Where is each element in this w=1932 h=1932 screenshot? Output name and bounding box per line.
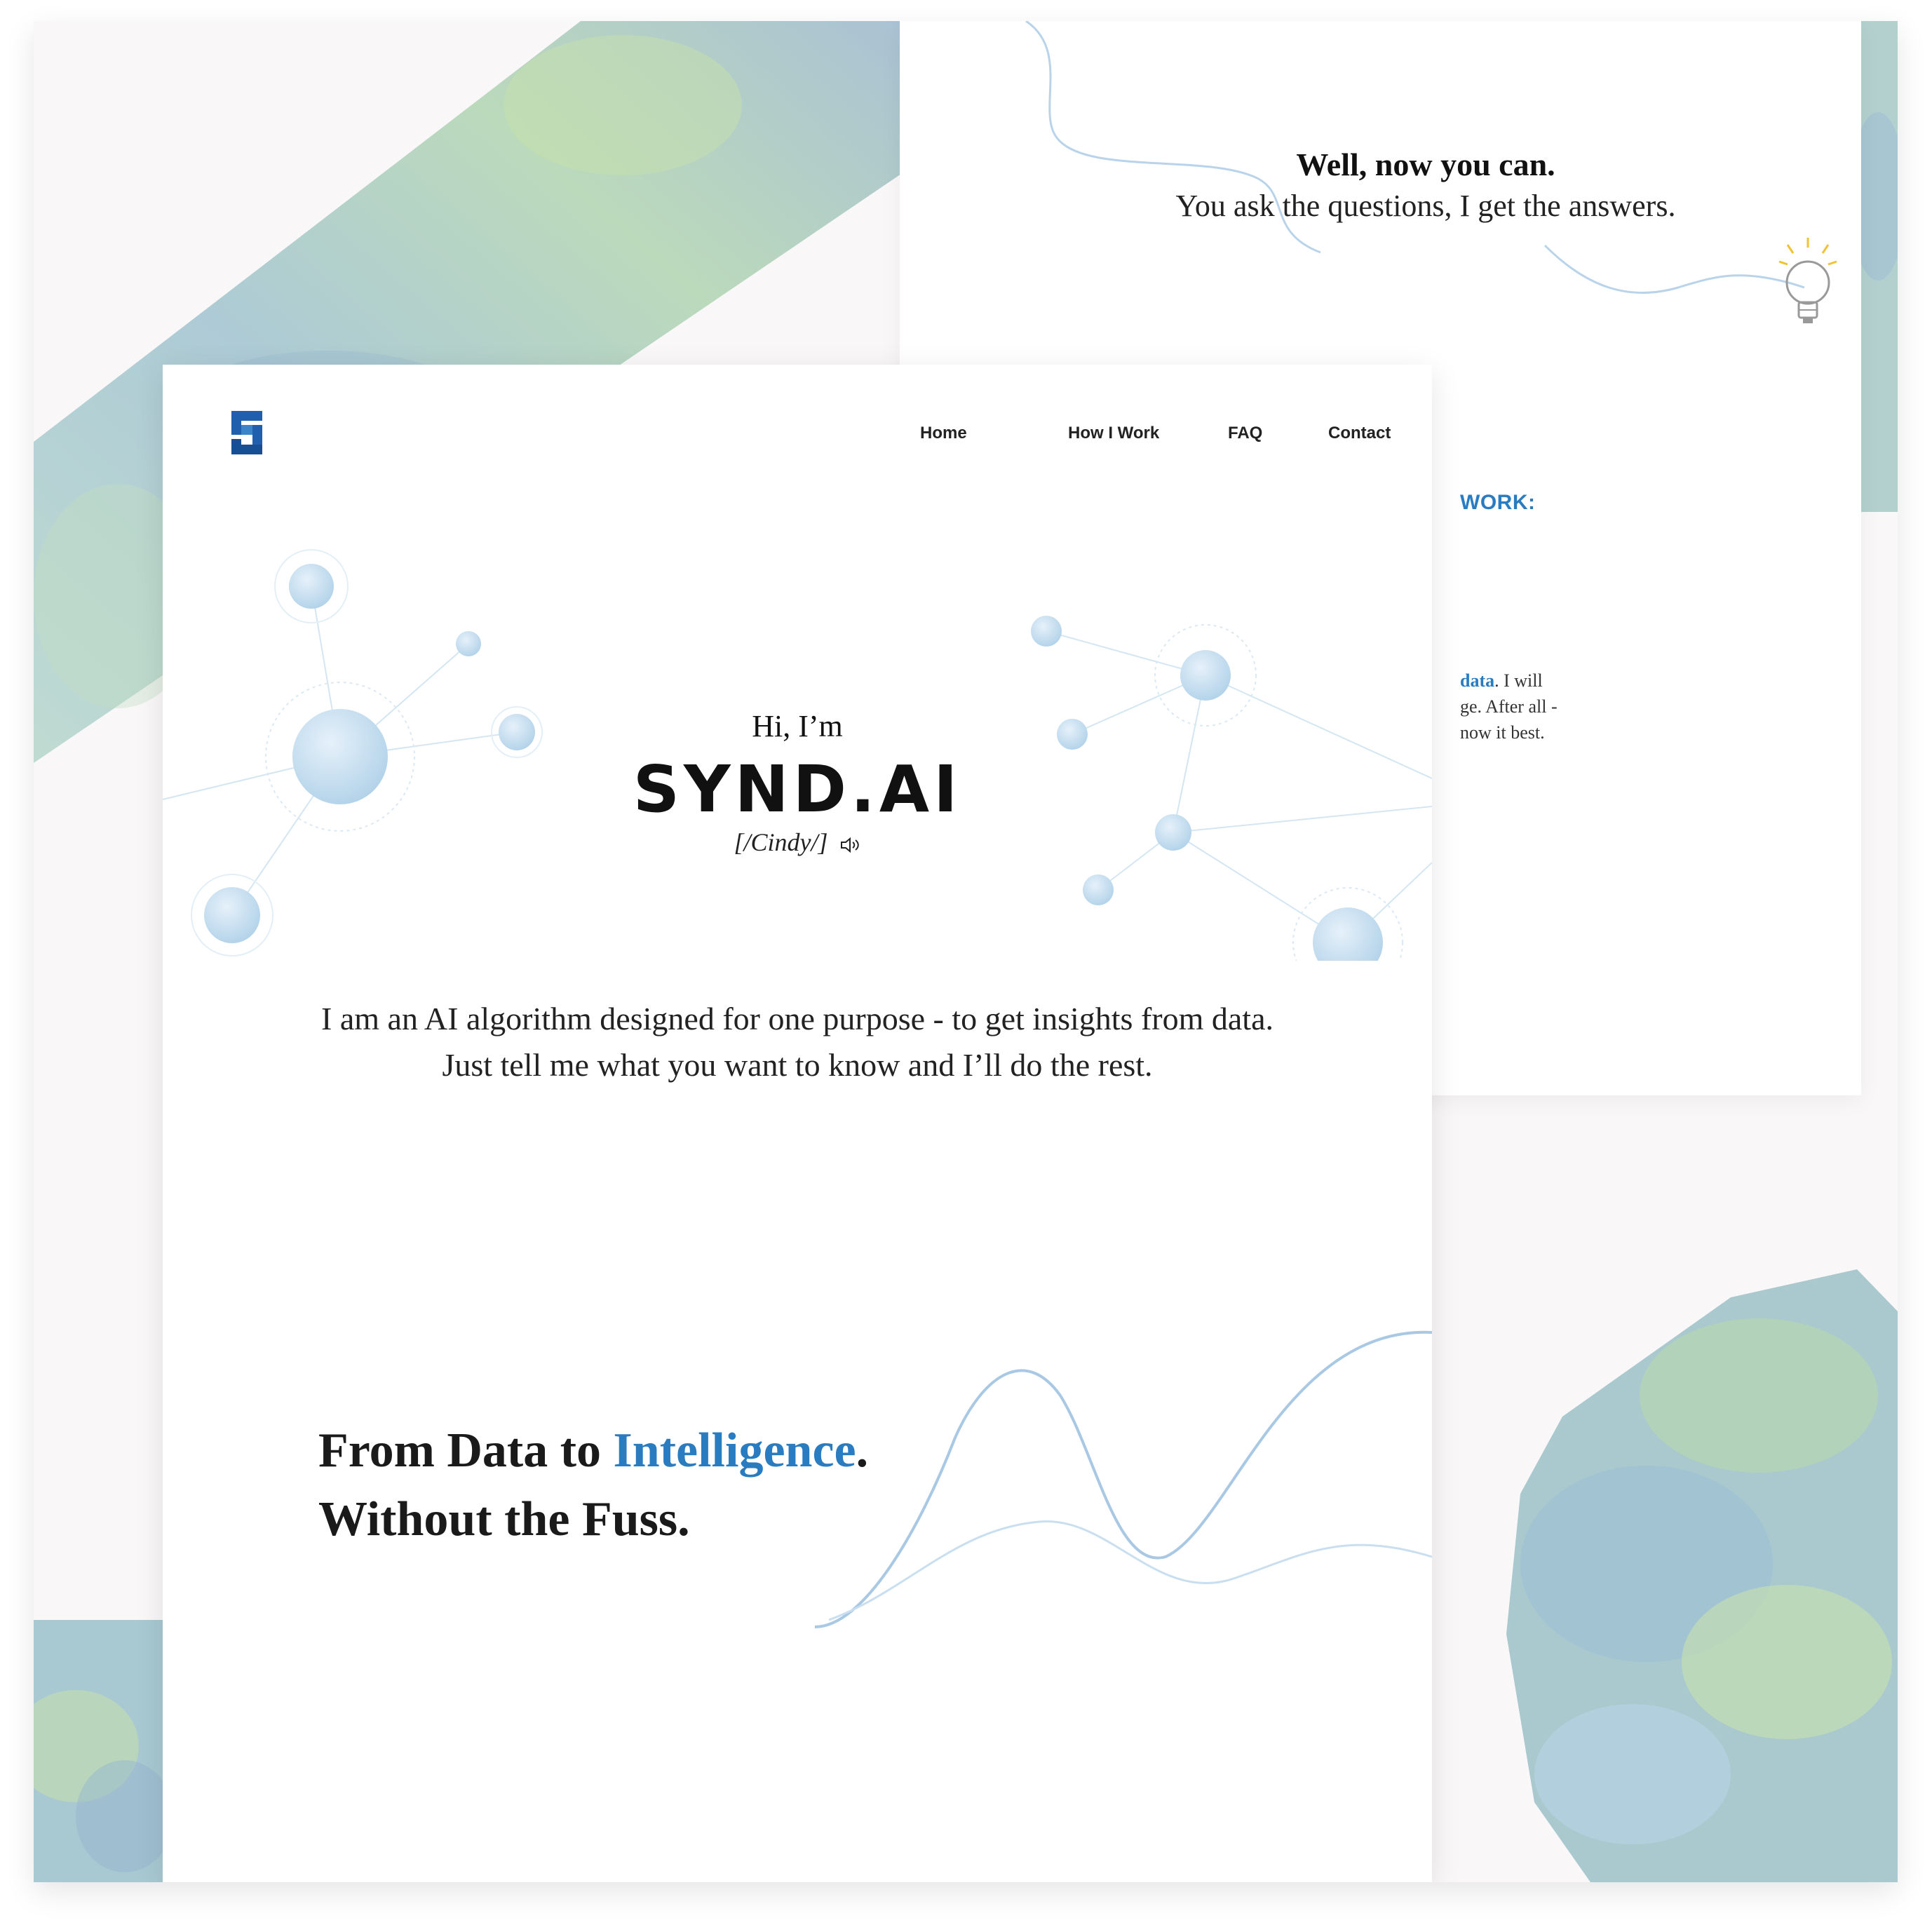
tagline-text: From Data to xyxy=(318,1424,614,1478)
pronunciation-text: [/Cindy/] xyxy=(734,828,828,856)
homepage-card: Home How I Work FAQ Contact Hi, I’m SYND… xyxy=(163,365,1432,1882)
nav-home[interactable]: Home xyxy=(920,424,967,443)
tagline-line-1: From Data to Intelligence. xyxy=(318,1417,868,1485)
mockup-frame: Well, now you can. You ask the questions… xyxy=(34,21,1898,1882)
para-line-2: ge. After all - xyxy=(1460,696,1558,717)
nav-contact[interactable]: Contact xyxy=(1328,424,1391,443)
hero-greeting: Hi, I’m xyxy=(752,709,843,743)
para-text: . I will xyxy=(1494,670,1543,691)
how-i-work-paragraph-fragment: data. I will ge. After all - now it best… xyxy=(1460,668,1727,745)
tagline-line-2: Without the Fuss. xyxy=(318,1492,690,1546)
brand-wordmark: SYND.AI xyxy=(633,752,962,827)
tagline-accent: Intelligence xyxy=(613,1424,856,1478)
hero-intro: I am an AI algorithm designed for one pu… xyxy=(163,996,1432,1088)
nav-faq[interactable]: FAQ xyxy=(1228,424,1262,443)
watercolor-strip-right xyxy=(1857,21,1898,512)
data-link[interactable]: data xyxy=(1460,670,1494,691)
how-i-work-heading-fragment: WORK: xyxy=(1460,491,1536,514)
nav-how-i-work[interactable]: How I Work xyxy=(1068,424,1159,443)
watercolor-bottom-left xyxy=(34,1620,174,1882)
synd-logo-icon[interactable] xyxy=(231,411,262,454)
back-subline: You ask the questions, I get the answers… xyxy=(1175,189,1676,223)
lightbulb-icon xyxy=(1778,238,1837,323)
watercolor-blob-bottom-right xyxy=(1506,1269,1898,1882)
intro-line-2: Just tell me what you want to know and I… xyxy=(442,1047,1153,1083)
speaker-icon[interactable] xyxy=(840,837,861,853)
back-headline: Well, now you can. xyxy=(1296,147,1555,182)
para-line-3: now it best. xyxy=(1460,722,1545,743)
pronunciation: [/Cindy/] xyxy=(163,827,1432,857)
tagline-period: . xyxy=(856,1424,869,1478)
intro-line-1: I am an AI algorithm designed for one pu… xyxy=(321,1001,1274,1036)
tagline: From Data to Intelligence. Without the F… xyxy=(318,1417,868,1554)
